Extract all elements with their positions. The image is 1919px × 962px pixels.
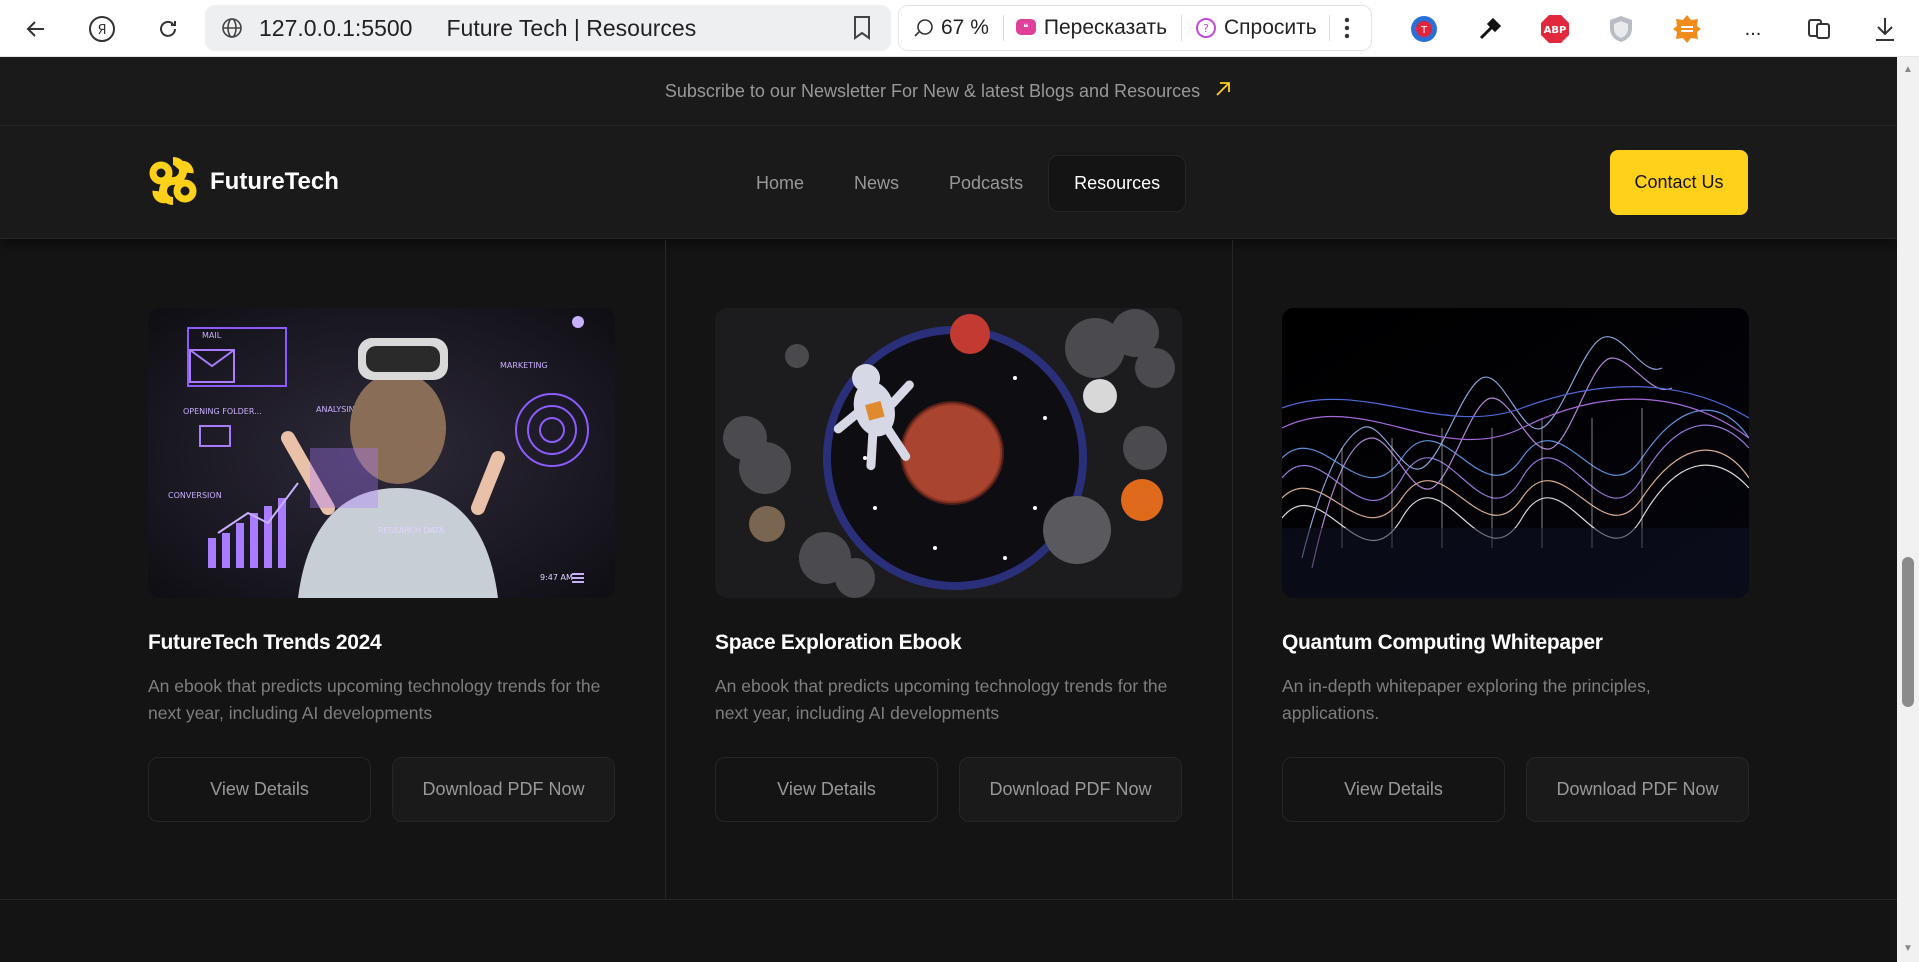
yandex-icon: Я bbox=[89, 16, 115, 42]
separator bbox=[1328, 15, 1330, 41]
download-pdf-button[interactable]: Download PDF Now bbox=[1526, 757, 1749, 822]
eyedropper-icon[interactable] bbox=[1471, 10, 1509, 48]
zoom-icon bbox=[914, 19, 933, 37]
download-pdf-button[interactable]: Download PDF Now bbox=[392, 757, 615, 822]
card-image-quantum[interactable] bbox=[1282, 308, 1749, 598]
zoom-level: 67 % bbox=[941, 16, 989, 39]
arrow-up-right-icon bbox=[1214, 80, 1232, 103]
resource-card: Quantum Computing Whitepaper An in-depth… bbox=[1282, 308, 1749, 822]
resources-grid: MAIL OPENING FOLDER... ANALYSING... MARK… bbox=[0, 240, 1897, 900]
scroll-up-icon[interactable]: ▲ bbox=[1902, 65, 1914, 75]
nav-home[interactable]: Home bbox=[731, 155, 829, 212]
shield-icon[interactable] bbox=[1602, 10, 1640, 48]
url-text: 127.0.0.1:5500 bbox=[259, 14, 413, 41]
card-title: Space Exploration Ebook bbox=[715, 631, 962, 654]
separator bbox=[1002, 15, 1004, 41]
retell-button[interactable]: ❝ Пересказать bbox=[1014, 16, 1167, 40]
resource-card: MAIL OPENING FOLDER... ANALYSING... MARK… bbox=[148, 308, 615, 822]
tab-title: Future Tech | Resources bbox=[446, 14, 697, 41]
retell-icon: ❝ bbox=[1015, 19, 1036, 35]
page-scrollbar[interactable]: ▲ ▼ bbox=[1897, 57, 1919, 962]
scroll-down-icon[interactable]: ▼ bbox=[1902, 944, 1914, 954]
svg-text:Я: Я bbox=[97, 23, 106, 38]
svg-text:T: T bbox=[1420, 25, 1428, 36]
card-image-vr[interactable]: MAIL OPENING FOLDER... ANALYSING... MARK… bbox=[148, 308, 615, 598]
img-label-time: 9:47 AM bbox=[540, 573, 573, 582]
more-extensions-button[interactable]: ... bbox=[1734, 10, 1772, 48]
download-pdf-button[interactable]: Download PDF Now bbox=[959, 757, 1182, 822]
card-image-space[interactable] bbox=[715, 308, 1182, 598]
collections-icon[interactable] bbox=[1800, 10, 1838, 48]
card-description: An in-depth whitepaper exploring the pri… bbox=[1282, 676, 1651, 723]
site-header: FutureTech Home News Podcasts Resources … bbox=[0, 126, 1897, 239]
img-label-conversion: CONVERSION bbox=[168, 491, 222, 500]
download-icon[interactable] bbox=[1866, 10, 1904, 48]
svg-text:?: ? bbox=[1203, 22, 1209, 35]
bookmark-icon[interactable] bbox=[851, 15, 873, 46]
img-label-folder: OPENING FOLDER... bbox=[183, 407, 262, 416]
browser-toolbar: Я 127.0.0.1:5500 Future Tech | Resources… bbox=[0, 0, 1919, 57]
view-details-button[interactable]: View Details bbox=[1282, 757, 1505, 822]
address-bar[interactable]: 127.0.0.1:5500 Future Tech | Resources bbox=[205, 5, 891, 51]
scrollbar-thumb[interactable] bbox=[1902, 557, 1914, 707]
arrow-left-icon bbox=[26, 21, 44, 37]
kebab-menu-icon[interactable] bbox=[1344, 17, 1350, 39]
zoom-control[interactable]: 67 % bbox=[913, 16, 989, 40]
nav-podcasts[interactable]: Podcasts bbox=[924, 155, 1048, 212]
back-button[interactable] bbox=[17, 10, 55, 48]
img-label-research: RESEARCH DATA bbox=[378, 526, 445, 535]
reload-icon bbox=[160, 20, 176, 37]
svg-text:ABP: ABP bbox=[1544, 25, 1567, 36]
futuretech-logo-icon bbox=[149, 157, 197, 205]
img-label-mail: MAIL bbox=[202, 331, 222, 340]
card-description: An ebook that predicts upcoming technolo… bbox=[715, 676, 1168, 723]
card-title: Quantum Computing Whitepaper bbox=[1282, 631, 1603, 654]
yandex-button[interactable]: Я bbox=[83, 10, 121, 48]
ask-icon: ? bbox=[1196, 18, 1217, 38]
main-nav: Home News Podcasts Resources bbox=[731, 155, 1187, 212]
nav-resources[interactable]: Resources bbox=[1048, 155, 1187, 212]
nav-news[interactable]: News bbox=[829, 155, 924, 212]
globe-icon bbox=[219, 15, 245, 41]
ask-button[interactable]: ? Спросить bbox=[1194, 16, 1317, 40]
svg-text:❝: ❝ bbox=[1023, 23, 1028, 34]
separator bbox=[1181, 15, 1183, 41]
card-title: FutureTech Trends 2024 bbox=[148, 631, 382, 654]
adblock-icon[interactable]: ABP bbox=[1536, 10, 1574, 48]
assistant-group: 67 % ❝ Пересказать ? Спросить bbox=[898, 5, 1372, 51]
newsletter-text: Subscribe to our Newsletter For New & la… bbox=[664, 80, 1201, 101]
web-page: Subscribe to our Newsletter For New & la… bbox=[0, 57, 1897, 962]
translate-extension-icon[interactable]: T bbox=[1405, 10, 1443, 48]
view-details-button[interactable]: View Details bbox=[148, 757, 371, 822]
card-description: An ebook that predicts upcoming technolo… bbox=[148, 676, 601, 723]
reload-button[interactable] bbox=[149, 10, 187, 48]
sun-extension-icon[interactable] bbox=[1668, 10, 1706, 48]
view-details-button[interactable]: View Details bbox=[715, 757, 938, 822]
contact-us-button[interactable]: Contact Us bbox=[1610, 150, 1748, 215]
site-logo[interactable]: FutureTech bbox=[148, 157, 339, 207]
column-divider bbox=[665, 240, 666, 900]
img-label-marketing: MARKETING bbox=[500, 361, 548, 370]
column-divider bbox=[1232, 240, 1233, 900]
resource-card: Space Exploration Ebook An ebook that pr… bbox=[715, 308, 1182, 822]
newsletter-banner[interactable]: Subscribe to our Newsletter For New & la… bbox=[0, 57, 1897, 126]
logo-text: FutureTech bbox=[210, 168, 339, 195]
